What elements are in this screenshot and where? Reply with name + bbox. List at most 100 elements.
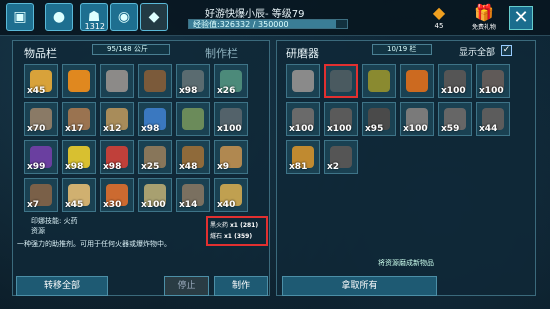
item-icon xyxy=(106,70,128,92)
req1-value: x1 (281) xyxy=(229,222,259,229)
inventory-slot[interactable]: x98 xyxy=(62,140,96,174)
xp-text: 经验值:326332 / 350000 xyxy=(193,20,289,29)
grinder-slot[interactable]: x100 xyxy=(476,64,510,98)
item-quantity: x99 xyxy=(27,162,46,172)
grinder-slot[interactable] xyxy=(324,64,358,98)
level-badge: 1312 xyxy=(84,22,105,31)
requirements-box: 黑火药 x1 (281) 燧石 x1 (359) xyxy=(206,216,268,246)
grinder-slot[interactable]: x81 xyxy=(286,140,320,174)
item-icon xyxy=(330,70,352,92)
item-quantity: x98 xyxy=(141,124,160,134)
inventory-slot[interactable]: x100 xyxy=(138,178,172,212)
inventory-slot[interactable]: x9 xyxy=(214,140,248,174)
tab-crafting[interactable]: 制作栏 xyxy=(205,45,238,61)
grinder-slot[interactable] xyxy=(286,64,320,98)
slots-text: 10/19 栏 xyxy=(387,45,417,53)
grinder-slot[interactable]: x95 xyxy=(362,102,396,136)
take-all-button[interactable]: 拿取所有 xyxy=(282,276,437,296)
inventory-slot[interactable]: x100 xyxy=(214,102,248,136)
inventory-slot[interactable]: x40 xyxy=(214,178,248,212)
grinder-slot[interactable]: x100 xyxy=(324,102,358,136)
inventory-slot[interactable] xyxy=(62,64,96,98)
gem-icon: ◆ xyxy=(432,3,446,22)
inventory-grid: x45 x98 x26 x70 x17 x12 x98 x100 x99 x98 x98 x25 x48… xyxy=(24,64,248,212)
camera-icon: ◉ xyxy=(117,9,131,25)
item-quantity: x14 xyxy=(179,200,198,210)
item-quantity: x100 xyxy=(141,200,166,210)
gift-icon: 🎁 xyxy=(474,3,494,22)
inventory-slot[interactable]: x12 xyxy=(100,102,134,136)
inventory-slot[interactable]: x26 xyxy=(214,64,248,98)
close-button[interactable]: ✕ xyxy=(509,6,533,30)
inventory-slot[interactable]: x48 xyxy=(176,140,210,174)
profile-button[interactable]: ● xyxy=(45,3,73,31)
backpack-icon: ▣ xyxy=(13,9,27,25)
inventory-slot[interactable]: x45 xyxy=(62,178,96,212)
person-icon: ● xyxy=(52,9,66,25)
weight-bar: 95/148 公斤 xyxy=(92,44,170,55)
req1-label: 黑火药 xyxy=(210,222,229,229)
item-quantity: x17 xyxy=(65,124,84,134)
grinder-slot[interactable]: x100 xyxy=(286,102,320,136)
inventory-slot[interactable]: x98 xyxy=(138,102,172,136)
player-title: 好游快爆小辰- 等级79 xyxy=(205,9,305,20)
gems-button[interactable]: ◆ 45 xyxy=(425,3,453,33)
item-quantity: x59 xyxy=(441,124,460,134)
item-quantity: x2 xyxy=(327,162,340,172)
item-icon xyxy=(144,70,166,92)
item-quantity: x45 xyxy=(65,200,84,210)
item-quantity: x48 xyxy=(179,162,198,172)
grinder-slot[interactable]: x100 xyxy=(400,102,434,136)
inventory-slot[interactable]: x45 xyxy=(24,64,58,98)
item-quantity: x95 xyxy=(365,124,384,134)
grinder-grid: x100 x100 x100 x100 x95 x100 x59 x44 x81 x2 xyxy=(286,64,510,174)
grinder-slot[interactable]: x59 xyxy=(438,102,472,136)
tribe-button[interactable]: ☗ 1312 xyxy=(80,3,108,31)
item-quantity: x45 xyxy=(27,86,46,96)
engram-button[interactable]: ◆ xyxy=(140,3,168,31)
grinder-slot[interactable]: x2 xyxy=(324,140,358,174)
item-quantity: x98 xyxy=(179,86,198,96)
item-icon xyxy=(406,70,428,92)
item-quantity: x25 xyxy=(141,162,160,172)
show-all-checkbox[interactable]: ✓ xyxy=(501,45,512,56)
grinder-slot[interactable]: x44 xyxy=(476,102,510,136)
item-quantity: x26 xyxy=(217,86,236,96)
inventory-slot[interactable] xyxy=(176,102,210,136)
item-quantity: x100 xyxy=(403,124,428,134)
grinder-hint: 将资源磨成新物品 xyxy=(378,259,434,267)
inventory-slot[interactable]: x70 xyxy=(24,102,58,136)
inventory-slot[interactable]: x30 xyxy=(100,178,134,212)
inventory-slot[interactable]: x98 xyxy=(176,64,210,98)
item-quantity: x9 xyxy=(217,162,230,172)
item-quantity: x81 xyxy=(289,162,308,172)
inventory-slot[interactable]: x14 xyxy=(176,178,210,212)
backpack-button[interactable]: ▣ xyxy=(6,3,34,31)
item-icon xyxy=(292,70,314,92)
item-quantity: x70 xyxy=(27,124,46,134)
xp-bar: 经验值:326332 / 350000 xyxy=(188,19,348,29)
item-quantity: x100 xyxy=(441,86,466,96)
inventory-slot[interactable]: x17 xyxy=(62,102,96,136)
item-quantity: x7 xyxy=(27,200,40,210)
inventory-slot[interactable]: x99 xyxy=(24,140,58,174)
item-quantity: x100 xyxy=(289,124,314,134)
item-icon xyxy=(368,70,390,92)
req2-value: x1 (359) xyxy=(223,233,253,240)
inventory-slot[interactable]: x25 xyxy=(138,140,172,174)
transfer-all-button[interactable]: 转移全部 xyxy=(16,276,108,296)
inventory-slot[interactable] xyxy=(100,64,134,98)
grinder-slot[interactable] xyxy=(400,64,434,98)
grinder-slot[interactable]: x100 xyxy=(438,64,472,98)
inventory-slot[interactable]: x98 xyxy=(100,140,134,174)
grinder-slot[interactable] xyxy=(362,64,396,98)
gift-button[interactable]: 🎁 免费礼物 xyxy=(470,3,498,33)
tab-inventory[interactable]: 物品栏 xyxy=(24,45,57,61)
item-quantity: x100 xyxy=(479,86,504,96)
inventory-slot[interactable]: x7 xyxy=(24,178,58,212)
inventory-slot[interactable] xyxy=(138,64,172,98)
item-quantity: x98 xyxy=(103,162,122,172)
settings-button[interactable]: ◉ xyxy=(110,3,138,31)
stop-button[interactable]: 停止 xyxy=(164,276,209,296)
craft-button[interactable]: 制作 xyxy=(214,276,268,296)
